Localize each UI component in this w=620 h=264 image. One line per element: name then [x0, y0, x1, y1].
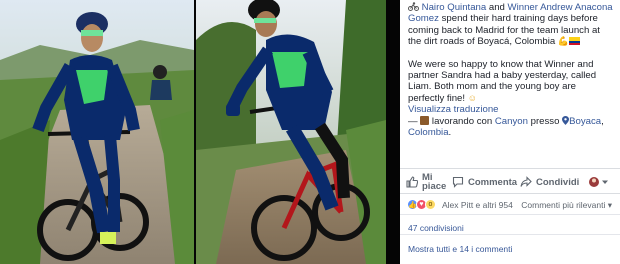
like-label-line-2: piace — [422, 181, 447, 192]
activity-emoji-icon — [420, 115, 430, 125]
thumbs-up-icon — [406, 176, 418, 188]
post-paragraph-2: We were so happy to know that Winner and… — [408, 59, 614, 139]
place-link-colombia[interactable]: Colombia — [408, 127, 449, 138]
wow-reaction-icon: o — [425, 199, 436, 210]
punct-dot: . — [448, 127, 452, 139]
comment-icon — [452, 176, 464, 188]
post-text: Nairo Quintana and Winner Andrew Anacona… — [408, 2, 614, 149]
post-paragraph-1: Nairo Quintana and Winner Andrew Anacona… — [408, 2, 614, 48]
reaction-selector[interactable] — [588, 169, 614, 195]
reaction-names[interactable]: Alex Pitt e altri 954 — [442, 200, 513, 210]
translate-link[interactable]: Visualizza traduzione — [408, 104, 499, 115]
share-label: Condividi — [536, 176, 580, 188]
post-action-bar: Mi piace Commenta Condividi — [400, 168, 620, 194]
bicyclist-emoji-icon — [408, 2, 419, 11]
show-all-comments-link[interactable]: Mostra tutti e 14 i commenti — [400, 234, 620, 256]
company-link-canyon[interactable]: Canyon — [495, 116, 528, 127]
shares-count[interactable]: 47 condivisioni — [400, 214, 620, 233]
cyclist-right-image — [196, 0, 386, 264]
like-label: Mi piace — [422, 173, 447, 192]
reaction-avatar-dropdown-icon — [589, 177, 608, 187]
place-link-boyaca[interactable]: Boyaca — [569, 116, 601, 127]
comment-label: Commenta — [468, 176, 518, 188]
colombia-flag-icon — [569, 37, 581, 46]
reaction-icons: 👍 ♥ o — [407, 199, 436, 210]
reactions-summary[interactable]: 👍 ♥ o Alex Pitt e altri 954 Commenti più… — [400, 196, 620, 214]
punct-comma: , — [601, 115, 604, 127]
comment-sort-dropdown[interactable]: Commenti più rilevanti ▾ — [521, 200, 612, 211]
photo-cyclist-left[interactable] — [0, 0, 194, 264]
post-text-and: and — [486, 2, 508, 13]
photo-area[interactable] — [0, 0, 400, 264]
smile-emoji-icon: ☺ — [467, 92, 477, 103]
flexed-biceps-emoji-icon: 💪 — [557, 36, 570, 47]
working-with-text: lavorando con — [429, 115, 495, 127]
cyclist-left-image — [0, 0, 194, 264]
photo-cyclist-right[interactable] — [196, 0, 386, 264]
like-button[interactable]: Mi piace — [406, 169, 446, 195]
dash: — — [408, 115, 421, 127]
author-link-nairo[interactable]: Nairo Quintana — [422, 2, 487, 13]
share-button[interactable]: Condividi — [520, 169, 579, 195]
share-arrow-icon — [520, 176, 532, 187]
comment-button[interactable]: Commenta — [452, 169, 517, 195]
at-text: presso — [527, 115, 563, 127]
post-paragraph-2-text: We were so happy to know that Winner and… — [408, 58, 597, 104]
